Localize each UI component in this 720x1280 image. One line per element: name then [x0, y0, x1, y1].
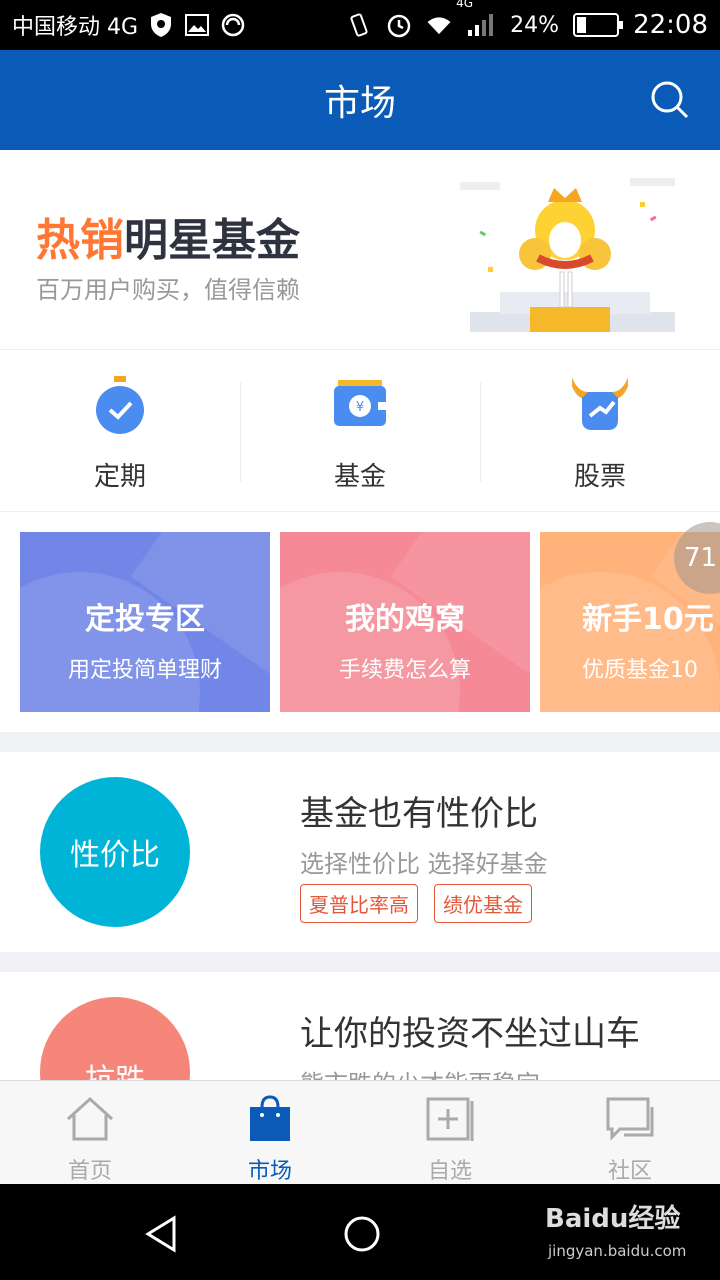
promo-subtitle: 手续费怎么算 [338, 658, 471, 683]
category-label: 定期 [93, 462, 146, 492]
category-label: 基金 [333, 462, 386, 492]
headline-rest: 明星基金 [124, 215, 300, 266]
page-title: 市场 [323, 83, 396, 124]
alarm-icon [386, 12, 412, 38]
tag-top-performing: 绩优基金 [434, 884, 532, 923]
banner-headline: 热销明星基金 [36, 204, 300, 268]
app-header: 市场 [0, 50, 720, 150]
feature-circle: 性价比 [40, 777, 190, 927]
carrier-label: 中国移动 4G [12, 15, 139, 40]
feature-title: 让你的投资不坐过山车 [300, 1014, 640, 1054]
system-nav-bar: Baidu经验 jingyan.baidu.com [0, 1184, 720, 1280]
category-label: 股票 [573, 462, 626, 492]
add-watchlist-icon [424, 1093, 476, 1145]
feature-circle: 抗跌 [40, 997, 190, 1080]
back-icon[interactable] [140, 1212, 184, 1256]
nav-home[interactable]: 首页 [0, 1081, 180, 1184]
banner-subtitle: 百万用户购买，值得信赖 [36, 276, 300, 304]
feature-drop-resistant[interactable]: 抗跌 让你的投资不坐过山车 熊市跌的少才能更稳定 [0, 972, 720, 1080]
search-icon[interactable] [650, 80, 690, 120]
battery-percent: 24% [510, 12, 560, 38]
nav-label: 首页 [67, 1159, 112, 1184]
feature-subtitle: 熊市跌的少才能更稳定 [300, 1064, 540, 1080]
category-stock[interactable]: 股票 [480, 352, 720, 511]
nav-market[interactable]: 市场 [180, 1081, 360, 1184]
section-divider [0, 732, 720, 752]
promo-carousel[interactable]: 定投专区 用定投简单理财 我的鸡窝 手续费怎么算 新手10元 优质基金10 [20, 532, 720, 712]
bull-icon [568, 372, 632, 436]
hot-funds-banner[interactable]: 热销明星基金 百万用户购买，值得信赖 [0, 150, 720, 350]
promo-title: 定投专区 [85, 602, 205, 637]
mascot-illustration [460, 172, 680, 337]
promo-subtitle: 用定投简单理财 [67, 658, 222, 683]
chat-icon [604, 1093, 656, 1145]
promo-title: 新手10元 [582, 602, 714, 637]
battery-icon [573, 13, 624, 37]
status-bar: 中国移动 4G 4G 24% 22:08 [0, 0, 720, 50]
circle-app-icon [220, 12, 246, 38]
category-fund[interactable]: ¥ 基金 [240, 352, 480, 511]
headline-hot: 热销 [36, 215, 124, 266]
nav-label: 自选 [427, 1159, 472, 1184]
nav-label: 社区 [607, 1159, 652, 1184]
promo-subtitle: 优质基金10 [582, 658, 698, 683]
clock: 22:08 [633, 10, 708, 40]
watermark-logo: Baidu经验 [545, 1204, 681, 1234]
category-fixed-term[interactable]: 定期 [0, 352, 240, 511]
signal-icon: 4G [456, 0, 496, 38]
feature-title: 基金也有性价比 [300, 794, 538, 834]
shield-icon [148, 12, 174, 38]
tag-sharpe-ratio: 夏普比率高 [300, 884, 418, 923]
wallet-icon: ¥ [328, 372, 392, 436]
category-row: 定期 ¥ 基金 股票 [0, 352, 720, 512]
nav-watchlist[interactable]: 自选 [360, 1081, 540, 1184]
wifi-icon [426, 12, 452, 38]
network-type: 4G [456, 0, 474, 10]
feature-subtitle: 选择性价比 选择好基金 [300, 850, 548, 878]
home-icon [64, 1093, 116, 1145]
vibrate-icon [346, 12, 372, 38]
nav-label: 市场 [247, 1159, 292, 1184]
bottom-nav: 首页 市场 自选 社区 [0, 1080, 720, 1184]
shopping-bag-icon [244, 1093, 296, 1145]
promo-title: 我的鸡窝 [345, 602, 465, 637]
watermark-url: jingyan.baidu.com [548, 1242, 687, 1260]
svg-text:¥: ¥ [356, 400, 364, 415]
section-divider [0, 952, 720, 972]
promo-card-auto-invest[interactable]: 定投专区 用定投简单理财 [20, 532, 270, 712]
promo-card-my-nest[interactable]: 我的鸡窝 手续费怎么算 [280, 532, 530, 712]
feature-value-for-money[interactable]: 性价比 基金也有性价比 选择性价比 选择好基金 夏普比率高 绩优基金 [0, 752, 720, 952]
feature-tags: 夏普比率高 绩优基金 [300, 884, 532, 923]
image-icon [184, 12, 210, 38]
stopwatch-icon [88, 372, 152, 436]
nav-community[interactable]: 社区 [540, 1081, 720, 1184]
home-circle-icon[interactable] [340, 1212, 384, 1256]
